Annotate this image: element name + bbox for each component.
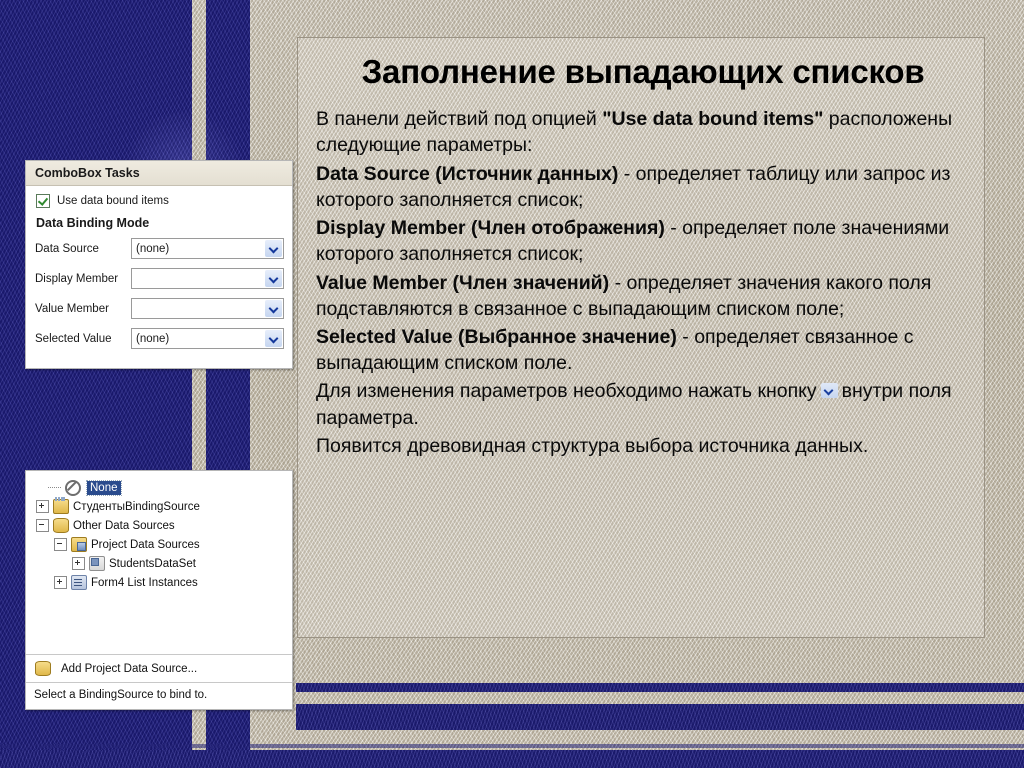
dataset-icon	[89, 556, 105, 571]
background-band-bottom	[0, 750, 1024, 768]
background-band-upper	[296, 683, 1024, 692]
field-row-value-member: Value Member	[35, 298, 284, 319]
binding-source-icon	[53, 497, 69, 514]
field-row-selected-value: Selected Value (none)	[35, 328, 284, 349]
chevron-down-icon[interactable]	[265, 300, 282, 317]
background-band-shadow	[0, 744, 1024, 748]
tree-item-label: Project Data Sources	[91, 538, 200, 551]
term-selected-value: Selected Value (Выбранное значение)	[316, 326, 677, 348]
background-band-lower	[296, 704, 1024, 730]
slide-canvas: Заполнение выпадающих списков В панели д…	[0, 0, 1024, 768]
chevron-down-icon[interactable]	[265, 240, 282, 257]
page-title: Заполнение выпадающих списков	[361, 53, 925, 90]
combobox-tasks-header: ComboBox Tasks	[26, 161, 292, 186]
expander-plus-icon[interactable]	[72, 557, 85, 570]
term-value-member: Value Member (Член значений)	[316, 271, 610, 294]
tree-item-label: None	[86, 479, 122, 496]
combobox-tasks-body: Use data bound items Data Binding Mode D…	[26, 186, 292, 368]
tree-item-label: StudentsDataSet	[109, 557, 196, 570]
add-data-source-icon	[35, 661, 51, 676]
tree-item-other-data-sources[interactable]: Other Data Sources	[32, 516, 286, 535]
tree-item-label: Form4 List Instances	[91, 576, 198, 589]
paragraph-display-member: Display Member (Член отображения) - опре…	[316, 215, 970, 267]
body-text: В панели действий под опцией "Use data b…	[316, 106, 970, 459]
tree-item-students-dataset[interactable]: StudentsDataSet	[32, 554, 286, 573]
label-value-member: Value Member	[35, 302, 109, 315]
tree-area: None СтудентыBindingSource Other Data So…	[26, 471, 292, 654]
combo-data-source[interactable]: (none)	[131, 238, 284, 259]
tree-item-label: СтудентыBindingSource	[73, 500, 200, 513]
combo-selected-value[interactable]: (none)	[131, 328, 284, 349]
field-row-display-member: Display Member	[35, 268, 284, 289]
expander-minus-icon[interactable]	[36, 519, 49, 532]
tree-item-project-data-sources[interactable]: Project Data Sources	[32, 535, 286, 554]
data-source-tree-panel: None СтудентыBindingSource Other Data So…	[25, 470, 293, 710]
tree-item-students-bindingsource[interactable]: СтудентыBindingSource	[32, 497, 286, 516]
combo-data-source-value: (none)	[136, 242, 170, 255]
paragraph-change-params: Для изменения параметров необходимо нажа…	[316, 378, 970, 430]
label-selected-value: Selected Value	[35, 332, 112, 345]
combo-value-member[interactable]	[131, 298, 284, 319]
expander-plus-icon[interactable]	[54, 576, 67, 589]
chevron-down-icon	[820, 382, 838, 398]
tree-item-label: Other Data Sources	[73, 519, 175, 532]
intro-option-name: "Use data bound items"	[602, 108, 824, 131]
change-params-prefix: Для изменения параметров необходимо нажа…	[316, 380, 817, 403]
paragraph-data-source: Data Source (Источник данных) - определя…	[316, 161, 970, 213]
label-data-source: Data Source	[35, 242, 99, 255]
tree-status-text: Select a BindingSource to bind to.	[26, 682, 292, 709]
expander-minus-icon[interactable]	[54, 538, 67, 551]
expander-plus-icon[interactable]	[36, 500, 49, 513]
tree-connector	[48, 486, 61, 489]
add-project-data-source-label: Add Project Data Source...	[61, 662, 198, 675]
paragraph-intro: В панели действий под опцией "Use data b…	[316, 106, 970, 158]
paragraph-tree-appears: Появится древовидная структура выбора ис…	[316, 434, 869, 457]
project-sources-icon	[71, 537, 87, 552]
label-display-member: Display Member	[35, 272, 119, 285]
data-source-icon	[53, 518, 69, 533]
checkbox-checked-icon[interactable]	[36, 194, 50, 208]
combobox-tasks-panel: ComboBox Tasks Use data bound items Data…	[25, 160, 293, 369]
content-panel: Заполнение выпадающих списков В панели д…	[297, 37, 985, 638]
intro-prefix: В панели действий под опцией	[316, 108, 603, 131]
combo-display-member[interactable]	[131, 268, 284, 289]
none-icon	[65, 480, 81, 496]
term-data-source: Data Source (Источник данных)	[316, 162, 619, 185]
combo-selected-value-value: (none)	[136, 332, 170, 345]
tree-item-none[interactable]: None	[32, 478, 286, 497]
use-data-bound-items-label: Use data bound items	[57, 195, 169, 207]
field-row-data-source: Data Source (none)	[35, 238, 284, 259]
paragraph-value-member: Value Member (Член значений) - определяе…	[316, 270, 970, 322]
paragraph-selected-value: Selected Value (Выбранное значение) - оп…	[316, 324, 970, 376]
add-project-data-source-row[interactable]: Add Project Data Source...	[26, 654, 292, 682]
tree-item-form4-list-instances[interactable]: Form4 List Instances	[32, 573, 286, 592]
data-binding-mode-label: Data Binding Mode	[36, 216, 150, 230]
chevron-down-icon[interactable]	[265, 330, 282, 347]
term-display-member: Display Member (Член отображения)	[316, 217, 665, 240]
chevron-down-icon[interactable]	[265, 270, 282, 287]
use-data-bound-items-row[interactable]: Use data bound items	[36, 194, 284, 208]
list-instances-icon	[71, 575, 87, 590]
